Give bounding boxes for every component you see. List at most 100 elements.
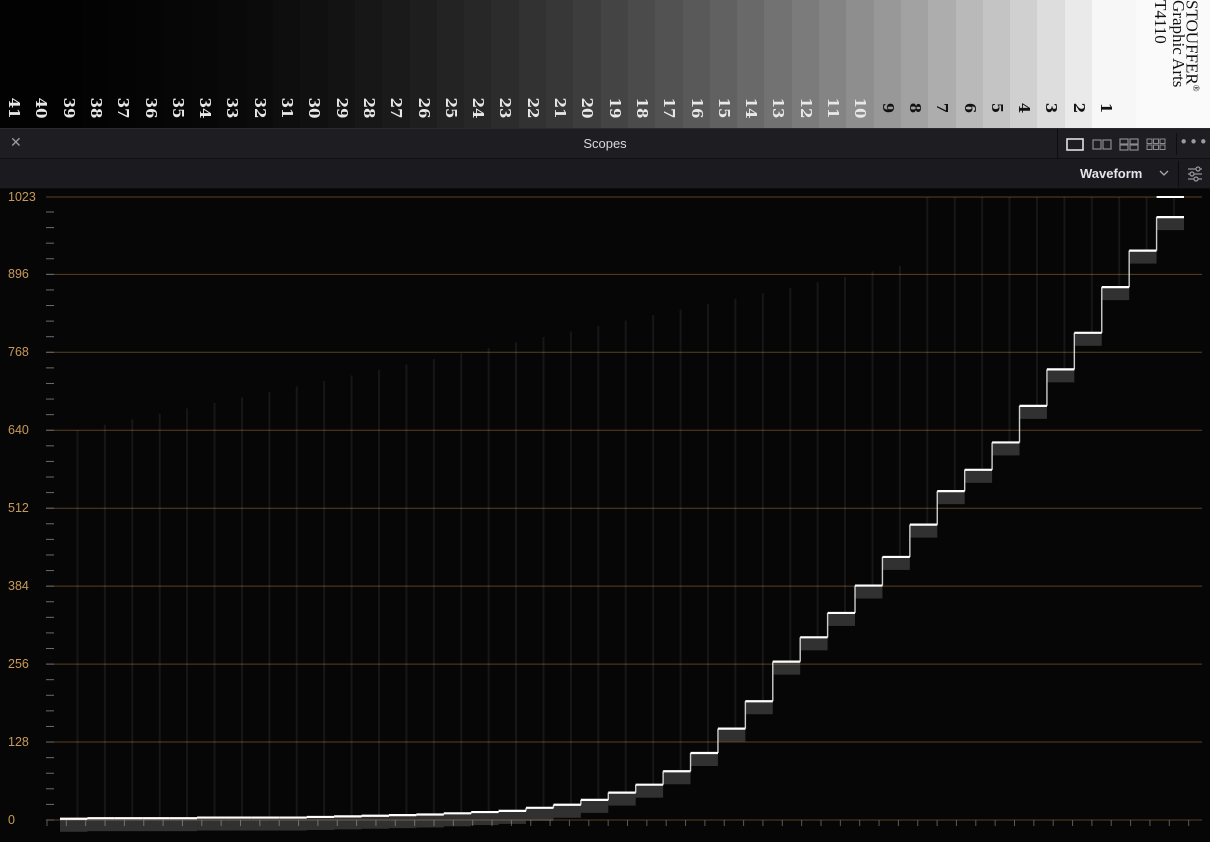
waveform-streak (487, 348, 490, 813)
waveform-streak (323, 380, 326, 817)
scope-mode-select[interactable]: Waveform (1080, 166, 1142, 181)
panel-title: Scopes (583, 136, 627, 151)
y-axis-label: 256 (8, 657, 29, 672)
wedge-step-number: 18 (633, 97, 651, 119)
waveform-streak (597, 326, 600, 800)
wedge-step-number: 36 (142, 97, 160, 119)
chevron-down-icon[interactable] (1158, 167, 1170, 179)
waveform-glow (1129, 249, 1157, 264)
wedge-step-number: 11 (824, 97, 842, 119)
y-axis-label: 512 (8, 501, 29, 516)
waveform-streak (432, 358, 435, 815)
y-axis-label: 768 (8, 345, 29, 360)
wedge-step-number: 22 (524, 97, 542, 119)
waveform-streak (706, 304, 709, 754)
wedge-step-number: 25 (442, 97, 460, 119)
wedge-step-number: 19 (606, 97, 624, 119)
waveform-streak (378, 369, 381, 816)
waveform-streak (158, 413, 161, 819)
wedge-step-number: 20 (578, 97, 596, 119)
waveform-streak (761, 293, 764, 702)
waveform-streak (844, 276, 847, 613)
scope-toolbar: Waveform (0, 159, 1210, 189)
waveform-streak (679, 309, 682, 772)
wedge-step-number: 33 (223, 97, 241, 119)
waveform-streak (295, 386, 298, 818)
waveform-streak (1173, 197, 1176, 218)
wedge-step-number: 9 (879, 102, 897, 114)
waveform-streak (1145, 197, 1148, 251)
waveform-streak (926, 197, 929, 525)
waveform-streak (405, 364, 408, 816)
wedge-step-number: 13 (769, 97, 787, 119)
waveform-streak (268, 391, 271, 818)
waveform-streak (213, 402, 216, 818)
waveform-streak (350, 375, 353, 817)
waveform-streak (515, 342, 518, 811)
waveform-glow (1156, 216, 1184, 231)
waveform-streak (1090, 197, 1093, 333)
waveform-streak (76, 430, 79, 819)
waveform-glow (992, 441, 1020, 456)
stouffer-brand: STOUFFER® Graphic Arts T4110 (1136, 0, 1210, 128)
waveform-streak (131, 419, 134, 819)
waveform-plot (46, 196, 1202, 832)
waveform-streak (981, 197, 984, 470)
brand-line-3: T4110 (1151, 0, 1170, 44)
quad-view-icon[interactable] (1118, 137, 1140, 152)
wedge-step-number: 6 (961, 102, 979, 114)
wedge-step-number: 28 (360, 97, 378, 119)
wedge-step-number: 40 (32, 97, 50, 119)
y-axis-label: 1023 (8, 190, 36, 204)
wedge-step-number: 23 (496, 97, 514, 119)
waveform-streak (953, 197, 956, 492)
wedge-step-number: 34 (196, 97, 214, 119)
waveform-streak (624, 320, 627, 793)
multi-view-icon[interactable] (1145, 137, 1167, 152)
wedge-step-number: 17 (660, 97, 678, 119)
wedge-step-number: 35 (169, 97, 187, 119)
waveform-streak (1118, 197, 1121, 288)
wedge-step-number: 4 (1015, 102, 1033, 114)
wedge-step-number: 3 (1042, 102, 1060, 114)
waveform-streak (789, 287, 792, 662)
step-wedge-strip: 41 40 39 38 37 36 35 34 33 32 31 30 29 28 27 26 25 24 23 22… (0, 0, 1210, 128)
waveform-streak (186, 408, 189, 819)
waveform-streak (103, 424, 106, 819)
waveform-streak (569, 331, 572, 805)
wedge-step-number: 12 (797, 97, 815, 119)
wedge-step-number: 7 (933, 102, 951, 114)
waveform-streak (734, 298, 737, 729)
waveform-streak (1063, 197, 1066, 370)
wedge-step-number: 37 (114, 97, 132, 119)
waveform-streak (816, 282, 819, 638)
waveform-streak (898, 265, 901, 557)
wedge-step-number: 30 (305, 97, 323, 119)
wedge-step-number: 14 (742, 97, 760, 119)
wedge-step-number: 24 (469, 97, 487, 119)
more-options-icon[interactable]: ••• (1176, 133, 1210, 155)
waveform-glow (1046, 368, 1075, 383)
wedge-step-number: 8 (906, 102, 924, 114)
wedge-step-number: 2 (1070, 102, 1088, 114)
wedge-step-number: 21 (551, 97, 569, 119)
waveform-glow (1074, 331, 1102, 346)
brand-trademark: ® (1191, 84, 1201, 92)
y-axis-label: 896 (8, 267, 29, 282)
y-axis-label: 384 (8, 579, 29, 594)
wedge-step-number: 15 (715, 97, 733, 119)
wedge-step-number: 41 (5, 97, 23, 119)
wedge-step-number: 5 (988, 102, 1006, 114)
waveform-streak (542, 337, 545, 808)
dual-view-icon[interactable] (1091, 137, 1113, 152)
waveform-streak (871, 271, 874, 586)
layout-selector (1057, 129, 1174, 159)
wedge-step-number: 39 (60, 97, 78, 119)
waveform-streak (1035, 197, 1038, 406)
waveform-streak (652, 315, 655, 785)
single-view-icon[interactable] (1064, 137, 1086, 152)
y-axis-label: 128 (8, 735, 29, 750)
wedge-step-number: 38 (87, 97, 105, 119)
waveform-streak (1008, 197, 1011, 443)
scope-settings-icon[interactable] (1178, 161, 1210, 187)
